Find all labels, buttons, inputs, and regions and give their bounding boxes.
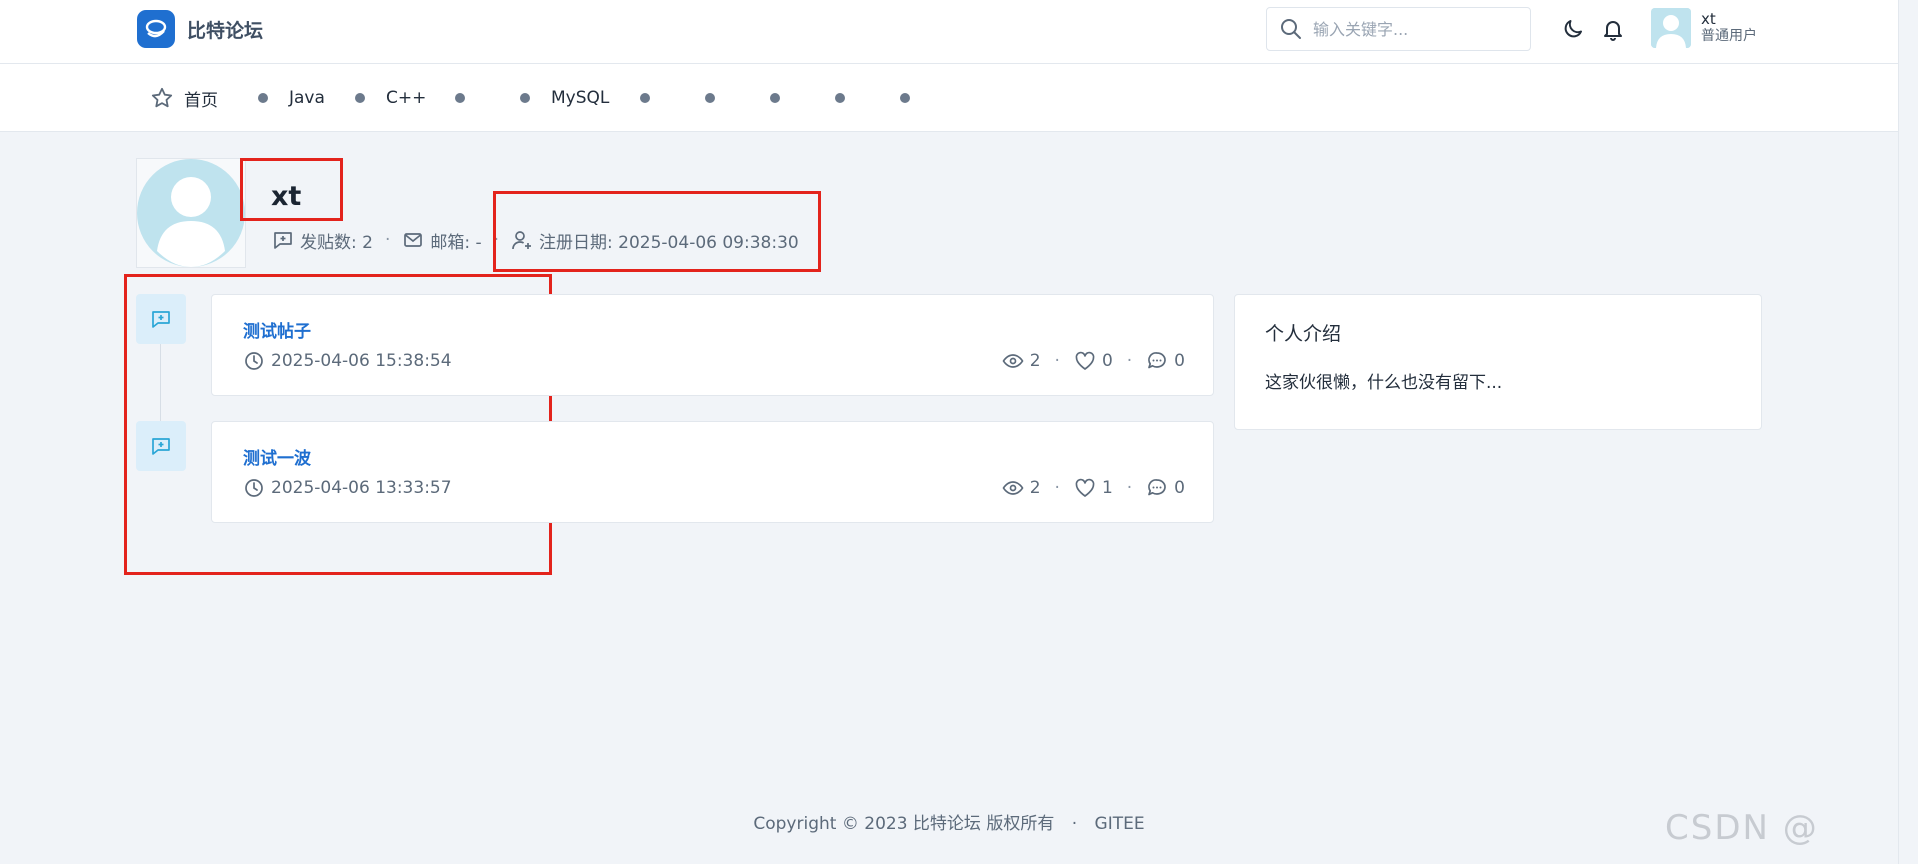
clock-icon	[243, 477, 265, 499]
likes-stat: 0	[1074, 350, 1113, 372]
likes-count: 0	[1101, 351, 1113, 371]
views-stat: 2	[1002, 350, 1041, 372]
nav-item-label: MySQL	[551, 88, 610, 108]
annotation-box-register-date	[493, 191, 821, 272]
timeline-line	[160, 344, 161, 421]
post-card[interactable]: 测试一波 2025-04-06 13:33:57 2 · 1 · 0	[211, 421, 1214, 523]
dot-icon	[770, 93, 780, 103]
clock-icon	[243, 350, 265, 372]
nav-item-label: C++	[386, 88, 427, 108]
profile-avatar	[136, 158, 246, 268]
dot-icon	[355, 93, 365, 103]
brand-logo-icon	[137, 10, 175, 48]
vertical-scrollbar[interactable]	[1898, 0, 1918, 864]
user-name: xt	[1701, 10, 1716, 28]
gitee-link[interactable]: GITEE	[1095, 814, 1145, 834]
search-icon	[1279, 17, 1303, 41]
dark-mode-moon-icon[interactable]	[1560, 16, 1586, 42]
dot-icon	[258, 93, 268, 103]
likes-count: 1	[1101, 478, 1113, 498]
footer: Copyright © 2023 比特论坛 版权所有 · GITEE	[0, 809, 1898, 834]
heart-icon	[1074, 477, 1096, 499]
dot-icon	[835, 93, 845, 103]
eye-icon	[1002, 350, 1024, 372]
timeline-post-icon	[136, 421, 186, 471]
post-time: 2025-04-06 13:33:57	[243, 477, 452, 499]
email: 邮箱: -	[430, 232, 482, 253]
post-title-link[interactable]: 测试帖子	[243, 317, 311, 342]
user-role: 普通用户	[1701, 28, 1757, 44]
timeline-post-icon	[136, 294, 186, 344]
dot-icon	[520, 93, 530, 103]
message-plus-icon	[272, 229, 294, 251]
nav-item-mysql[interactable]: MySQL	[520, 64, 609, 132]
dot-icon	[455, 93, 465, 103]
avatar	[1651, 8, 1691, 48]
nav-item-blank-5[interactable]	[835, 64, 866, 132]
nav-item-label: 首页	[184, 90, 218, 111]
search-box[interactable]	[1266, 7, 1531, 51]
comments-count: 0	[1174, 351, 1185, 371]
post-card[interactable]: 测试帖子 2025-04-06 15:38:54 2 · 0 · 0	[211, 294, 1214, 396]
dot-icon	[705, 93, 715, 103]
comment-icon	[1146, 477, 1168, 499]
footer-separator: ·	[1071, 814, 1078, 834]
copyright-text: Copyright © 2023 比特论坛 版权所有	[753, 814, 1055, 834]
dot-icon	[640, 93, 650, 103]
nav-item-blank-2[interactable]	[640, 64, 671, 132]
comment-icon	[1146, 350, 1168, 372]
comments-stat: 0	[1146, 477, 1185, 499]
search-input[interactable]	[1313, 19, 1513, 39]
nav-item-label: Java	[289, 88, 325, 108]
intro-title: 个人介绍	[1265, 323, 1342, 345]
views-stat: 2	[1002, 477, 1041, 499]
nav-item-home[interactable]: 首页	[150, 64, 218, 132]
heart-icon	[1074, 350, 1096, 372]
post-time-text: 2025-04-06 13:33:57	[271, 478, 452, 498]
nav-item-blank-6[interactable]	[900, 64, 931, 132]
post-count: 发贴数: 2	[300, 232, 373, 253]
annotation-box-name	[240, 158, 343, 221]
nav-item-blank-3[interactable]	[705, 64, 736, 132]
notification-bell-icon[interactable]	[1600, 16, 1626, 42]
intro-card: 个人介绍 这家伙很懒，什么也没有留下...	[1234, 294, 1762, 430]
post-time-text: 2025-04-06 15:38:54	[271, 351, 452, 371]
mail-icon	[402, 229, 424, 251]
views-count: 2	[1029, 478, 1041, 498]
user-menu[interactable]: xt 普通用户	[1651, 8, 1757, 48]
nav-item-java[interactable]: Java	[258, 64, 325, 132]
brand[interactable]: 比特论坛	[137, 10, 263, 48]
dot-icon	[900, 93, 910, 103]
comments-stat: 0	[1146, 350, 1185, 372]
nav-item-cpp[interactable]: C++	[355, 64, 426, 132]
post-time: 2025-04-06 15:38:54	[243, 350, 452, 372]
category-nav: 首页 Java C++ MySQL	[0, 64, 1898, 132]
watermark: CSDN @	[1665, 808, 1819, 848]
nav-item-blank-1[interactable]	[455, 64, 486, 132]
eye-icon	[1002, 477, 1024, 499]
post-stats: 2 · 0 · 0	[1002, 350, 1185, 372]
nav-item-blank-4[interactable]	[770, 64, 801, 132]
brand-name: 比特论坛	[187, 19, 264, 42]
views-count: 2	[1029, 351, 1041, 371]
comments-count: 0	[1174, 478, 1185, 498]
intro-text: 这家伙很懒，什么也没有留下...	[1265, 373, 1503, 393]
post-stats: 2 · 1 · 0	[1002, 477, 1185, 499]
likes-stat: 1	[1074, 477, 1113, 499]
star-icon	[150, 86, 174, 110]
top-header: 比特论坛 xt 普通用户	[0, 0, 1898, 64]
meta-separator: ·	[384, 230, 391, 250]
post-title-link[interactable]: 测试一波	[243, 444, 311, 469]
